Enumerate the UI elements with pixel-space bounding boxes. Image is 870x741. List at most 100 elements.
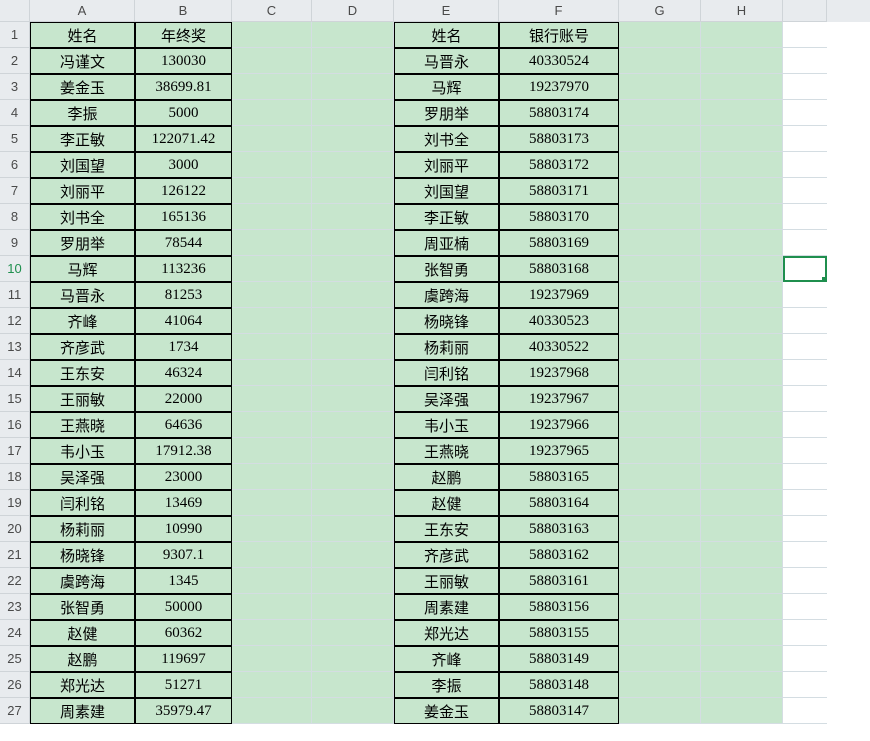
cell-I1[interactable] [783, 22, 827, 48]
row-header[interactable]: 10 [0, 256, 30, 282]
cell-G5[interactable] [619, 126, 701, 152]
cell-G21[interactable] [619, 542, 701, 568]
cell-A21[interactable]: 杨晓锋 [30, 542, 135, 568]
cell-A26[interactable]: 郑光达 [30, 672, 135, 698]
cell-H25[interactable] [701, 646, 783, 672]
cell-B14[interactable]: 46324 [135, 360, 232, 386]
cell-H5[interactable] [701, 126, 783, 152]
cell-I15[interactable] [783, 386, 827, 412]
row-header[interactable]: 20 [0, 516, 30, 542]
cell-H17[interactable] [701, 438, 783, 464]
cell-A9[interactable]: 罗朋举 [30, 230, 135, 256]
cell-I23[interactable] [783, 594, 827, 620]
spreadsheet[interactable]: { "sheet": { "col_headers": ["A","B","C"… [0, 0, 870, 741]
cell-D21[interactable] [312, 542, 394, 568]
cell-G15[interactable] [619, 386, 701, 412]
cell-A15[interactable]: 王丽敏 [30, 386, 135, 412]
cell-B23[interactable]: 50000 [135, 594, 232, 620]
cell-G2[interactable] [619, 48, 701, 74]
cell-H21[interactable] [701, 542, 783, 568]
cell-I9[interactable] [783, 230, 827, 256]
cell-E7[interactable]: 刘国望 [394, 178, 499, 204]
cell-I3[interactable] [783, 74, 827, 100]
cell-C15[interactable] [232, 386, 312, 412]
cell-G1[interactable] [619, 22, 701, 48]
row-header[interactable]: 22 [0, 568, 30, 594]
cell-E22[interactable]: 王丽敏 [394, 568, 499, 594]
row-header[interactable]: 18 [0, 464, 30, 490]
cell-B15[interactable]: 22000 [135, 386, 232, 412]
cell-D3[interactable] [312, 74, 394, 100]
cell-C16[interactable] [232, 412, 312, 438]
cell-H19[interactable] [701, 490, 783, 516]
cell-C22[interactable] [232, 568, 312, 594]
row-header[interactable]: 12 [0, 308, 30, 334]
cell-F11[interactable]: 19237969 [499, 282, 619, 308]
cell-A24[interactable]: 赵健 [30, 620, 135, 646]
cell-H6[interactable] [701, 152, 783, 178]
cell-C7[interactable] [232, 178, 312, 204]
row-header[interactable]: 5 [0, 126, 30, 152]
cell-B27[interactable]: 35979.47 [135, 698, 232, 724]
cell-F24[interactable]: 58803155 [499, 620, 619, 646]
cell-I5[interactable] [783, 126, 827, 152]
cell-C4[interactable] [232, 100, 312, 126]
cell-F25[interactable]: 58803149 [499, 646, 619, 672]
cell-G13[interactable] [619, 334, 701, 360]
cell-A17[interactable]: 韦小玉 [30, 438, 135, 464]
cell-B12[interactable]: 41064 [135, 308, 232, 334]
col-header-D[interactable]: D [312, 0, 394, 22]
cell-C26[interactable] [232, 672, 312, 698]
cell-H10[interactable] [701, 256, 783, 282]
cell-F3[interactable]: 19237970 [499, 74, 619, 100]
cell-D7[interactable] [312, 178, 394, 204]
col-header-B[interactable]: B [135, 0, 232, 22]
cell-C23[interactable] [232, 594, 312, 620]
cell-I7[interactable] [783, 178, 827, 204]
cell-I25[interactable] [783, 646, 827, 672]
cell-B24[interactable]: 60362 [135, 620, 232, 646]
row-header[interactable]: 16 [0, 412, 30, 438]
cell-F27[interactable]: 58803147 [499, 698, 619, 724]
cell-D19[interactable] [312, 490, 394, 516]
cell-D17[interactable] [312, 438, 394, 464]
col-header-A[interactable]: A [30, 0, 135, 22]
row-header[interactable]: 23 [0, 594, 30, 620]
cell-H24[interactable] [701, 620, 783, 646]
cell-A19[interactable]: 闫利铭 [30, 490, 135, 516]
cell-C14[interactable] [232, 360, 312, 386]
row-header[interactable]: 9 [0, 230, 30, 256]
cell-G17[interactable] [619, 438, 701, 464]
cell-I22[interactable] [783, 568, 827, 594]
cell-E20[interactable]: 王东安 [394, 516, 499, 542]
cell-H9[interactable] [701, 230, 783, 256]
cell-H15[interactable] [701, 386, 783, 412]
cell-F21[interactable]: 58803162 [499, 542, 619, 568]
cell-H13[interactable] [701, 334, 783, 360]
row-header[interactable]: 15 [0, 386, 30, 412]
col-header-H[interactable]: H [701, 0, 783, 22]
cell-B8[interactable]: 165136 [135, 204, 232, 230]
row-header[interactable]: 27 [0, 698, 30, 724]
selected-cell[interactable] [783, 256, 827, 282]
cell-F13[interactable]: 40330522 [499, 334, 619, 360]
cell-E3[interactable]: 马辉 [394, 74, 499, 100]
cell-C19[interactable] [232, 490, 312, 516]
cell-F17[interactable]: 19237965 [499, 438, 619, 464]
cell-D14[interactable] [312, 360, 394, 386]
cell-I4[interactable] [783, 100, 827, 126]
cell-E21[interactable]: 齐彦武 [394, 542, 499, 568]
cell-A3[interactable]: 姜金玉 [30, 74, 135, 100]
cell-G16[interactable] [619, 412, 701, 438]
cell-D11[interactable] [312, 282, 394, 308]
cell-B26[interactable]: 51271 [135, 672, 232, 698]
cell-G14[interactable] [619, 360, 701, 386]
cell-H22[interactable] [701, 568, 783, 594]
cell-H16[interactable] [701, 412, 783, 438]
cell-A27[interactable]: 周素建 [30, 698, 135, 724]
cell-E27[interactable]: 姜金玉 [394, 698, 499, 724]
cell-B13[interactable]: 1734 [135, 334, 232, 360]
cell-E5[interactable]: 刘书全 [394, 126, 499, 152]
grid-body[interactable]: 1姓名年终奖姓名银行账号2冯谨文130030马晋永403305243姜金玉386… [0, 22, 870, 724]
cell-G19[interactable] [619, 490, 701, 516]
